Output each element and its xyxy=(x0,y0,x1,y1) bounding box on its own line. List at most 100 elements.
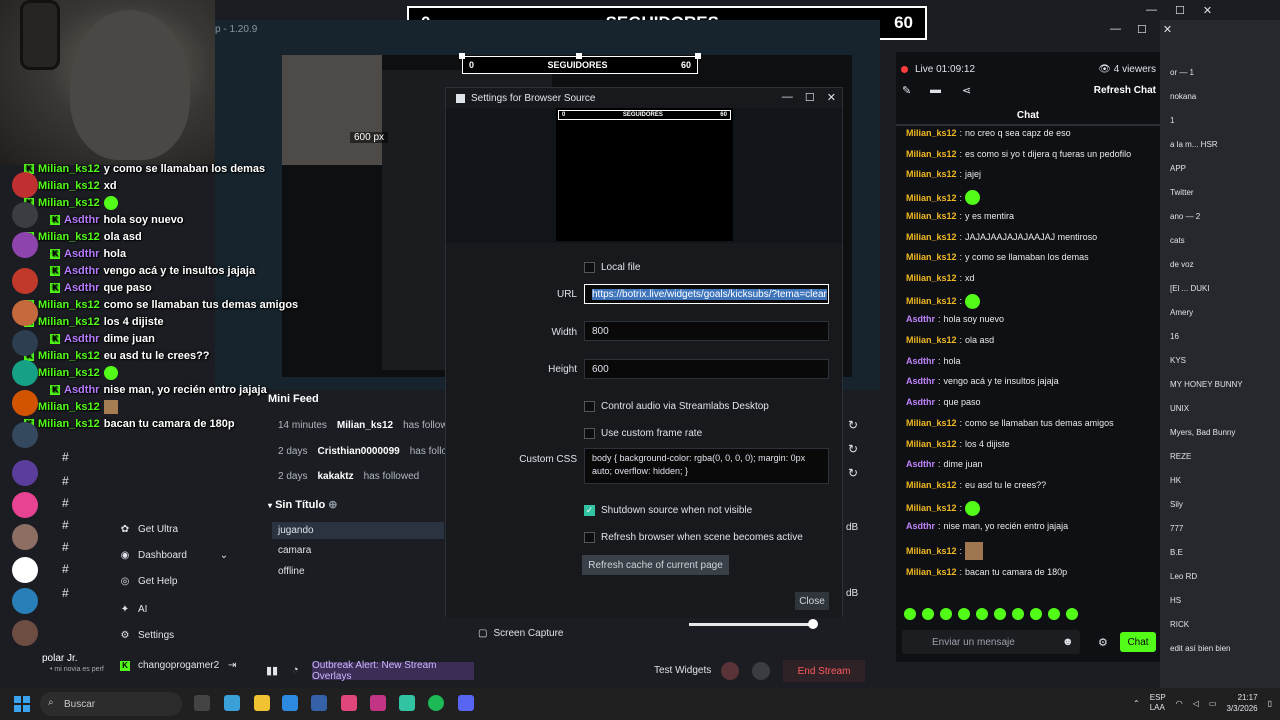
app-icon[interactable] xyxy=(341,695,357,711)
end-stream-button[interactable]: End Stream xyxy=(783,660,865,682)
close-icon[interactable]: ✕ xyxy=(1163,23,1172,36)
control-audio-checkbox[interactable]: Control audio via Streamlabs Desktop xyxy=(584,401,769,412)
refresh-cache-button[interactable]: Refresh cache of current page xyxy=(582,555,729,575)
following-item[interactable]: Myers, Bad Bunny xyxy=(1170,428,1235,437)
following-item[interactable]: 777 xyxy=(1170,524,1183,533)
following-item[interactable]: APP xyxy=(1170,164,1186,173)
following-item[interactable]: KYS xyxy=(1170,356,1186,365)
checkbox[interactable] xyxy=(584,532,595,543)
close-button[interactable]: Close xyxy=(795,592,829,610)
taskbar-search[interactable]: ⌕ Buscar xyxy=(40,692,182,716)
channel-hash[interactable]: # xyxy=(62,562,69,576)
chat-username[interactable]: Milian_ks12 xyxy=(906,480,957,490)
chat-username[interactable]: Milian_ks12 xyxy=(906,335,957,345)
avatar[interactable] xyxy=(12,390,38,416)
avatar[interactable] xyxy=(12,620,38,646)
chat-username[interactable]: Asdthr xyxy=(906,459,935,469)
following-item[interactable]: RICK xyxy=(1170,620,1189,629)
wifi-icon[interactable]: ◠ xyxy=(1176,699,1183,708)
scene-item[interactable]: jugando xyxy=(272,522,444,539)
following-item[interactable]: MY HONEY BUNNY xyxy=(1170,380,1243,389)
following-item[interactable]: 16 xyxy=(1170,332,1179,341)
channel-hash[interactable]: # xyxy=(62,518,69,532)
maximize-icon[interactable]: ☐ xyxy=(1137,23,1147,36)
record-button[interactable] xyxy=(721,662,739,680)
resize-handle[interactable] xyxy=(459,53,465,59)
maximize-icon[interactable]: ☐ xyxy=(1175,4,1185,17)
avatar[interactable] xyxy=(12,360,38,386)
custom-css-textarea[interactable]: body { background-color: rgba(0, 0, 0, 0… xyxy=(584,448,829,484)
clock[interactable]: 21:17 3/3/2026 xyxy=(1226,692,1257,714)
chat-input[interactable]: Enviar un mensaje xyxy=(902,630,1080,654)
following-item[interactable]: [El ... DUKI xyxy=(1170,284,1210,293)
following-item[interactable]: HS xyxy=(1170,596,1181,605)
avatar[interactable] xyxy=(12,172,38,198)
chat-username[interactable]: Asdthr xyxy=(906,376,935,386)
nav-get-help[interactable]: ◎ Get Help xyxy=(120,576,178,587)
chat-username[interactable]: Milian_ks12 xyxy=(906,252,957,262)
channel-hash[interactable]: # xyxy=(62,540,69,554)
tab-chat[interactable]: Chat xyxy=(896,106,1160,126)
spotify-icon[interactable] xyxy=(428,695,444,711)
pencil-icon[interactable]: ✎ xyxy=(902,84,911,97)
task-view-icon[interactable] xyxy=(194,695,210,711)
following-item[interactable]: 1 xyxy=(1170,116,1174,125)
folder-icon[interactable]: ▬ xyxy=(930,84,941,96)
avatar[interactable] xyxy=(12,524,38,550)
chat-username[interactable]: Milian_ks12 xyxy=(906,193,957,203)
minimize-icon[interactable]: — xyxy=(782,91,793,104)
avatar[interactable] xyxy=(12,232,38,258)
following-item[interactable]: cats xyxy=(1170,236,1185,245)
custom-frame-rate-checkbox[interactable]: Use custom frame rate xyxy=(584,428,702,439)
width-input[interactable]: 800 xyxy=(584,321,829,341)
height-input[interactable]: 600 xyxy=(584,359,829,379)
refresh-chat-button[interactable]: Refresh Chat xyxy=(1094,85,1156,96)
minimize-icon[interactable]: — xyxy=(1146,4,1157,17)
chat-username[interactable]: Milian_ks12 xyxy=(906,296,957,306)
chat-username[interactable]: Asdthr xyxy=(906,521,935,531)
refresh-icon[interactable]: ↻ xyxy=(848,418,858,432)
battery-icon[interactable]: ▭ xyxy=(1209,699,1217,708)
chat-username[interactable]: Milian_ks12 xyxy=(906,149,957,159)
channel-hash[interactable]: # xyxy=(62,450,69,464)
maximize-icon[interactable]: ☐ xyxy=(805,91,815,104)
resize-handle[interactable] xyxy=(695,53,701,59)
chat-username[interactable]: Milian_ks12 xyxy=(906,211,957,221)
scene-item[interactable]: offline xyxy=(278,566,305,577)
emote-bar[interactable] xyxy=(904,608,1078,620)
chevron-up-icon[interactable]: ⌃ xyxy=(1133,699,1140,708)
minimize-icon[interactable]: — xyxy=(1110,23,1121,36)
notification-icon[interactable]: ▯ xyxy=(1268,699,1272,708)
copilot-icon[interactable] xyxy=(224,695,240,711)
nav-account[interactable]: K changoprogamer2 ⇥ xyxy=(120,660,237,671)
following-item[interactable]: or — 1 xyxy=(1170,68,1194,77)
stats-icon[interactable]: ▮▮ xyxy=(266,664,278,677)
chat-username[interactable]: Milian_ks12 xyxy=(906,169,957,179)
local-file-checkbox[interactable]: Local file xyxy=(584,262,640,273)
outbreak-alert-banner[interactable]: Outbreak Alert: New Stream Overlays xyxy=(312,660,474,682)
source-screen-capture[interactable]: ▢ Screen Capture xyxy=(478,628,564,639)
avatar[interactable] xyxy=(12,300,38,326)
windows-start-icon[interactable] xyxy=(14,696,30,712)
refresh-icon[interactable]: ↻ xyxy=(848,442,858,456)
chat-username[interactable]: Asdthr xyxy=(906,397,935,407)
chat-username[interactable]: Milian_ks12 xyxy=(906,273,957,283)
chat-username[interactable]: Asdthr xyxy=(906,314,935,324)
chat-username[interactable]: Asdthr xyxy=(906,356,935,366)
close-icon[interactable]: ✕ xyxy=(827,91,836,104)
nav-settings[interactable]: ⚙ Settings xyxy=(120,630,175,641)
following-item[interactable]: nokana xyxy=(1170,92,1196,101)
refresh-icon[interactable]: ↻ xyxy=(848,466,858,480)
chat-username[interactable]: Milian_ks12 xyxy=(906,232,957,242)
following-item[interactable]: a la m... HSR xyxy=(1170,140,1218,149)
nav-ai[interactable]: ✦ AI xyxy=(120,604,148,615)
discord-icon[interactable] xyxy=(458,695,474,711)
following-item[interactable]: REZE xyxy=(1170,452,1191,461)
following-item[interactable]: ano — 2 xyxy=(1170,212,1200,221)
scene-item[interactable]: camara xyxy=(278,545,311,556)
share-icon[interactable]: ⋖ xyxy=(962,84,971,97)
avatar[interactable] xyxy=(12,330,38,356)
avatar[interactable] xyxy=(12,202,38,228)
checkbox[interactable] xyxy=(584,401,595,412)
chat-username[interactable]: Milian_ks12 xyxy=(906,503,957,513)
